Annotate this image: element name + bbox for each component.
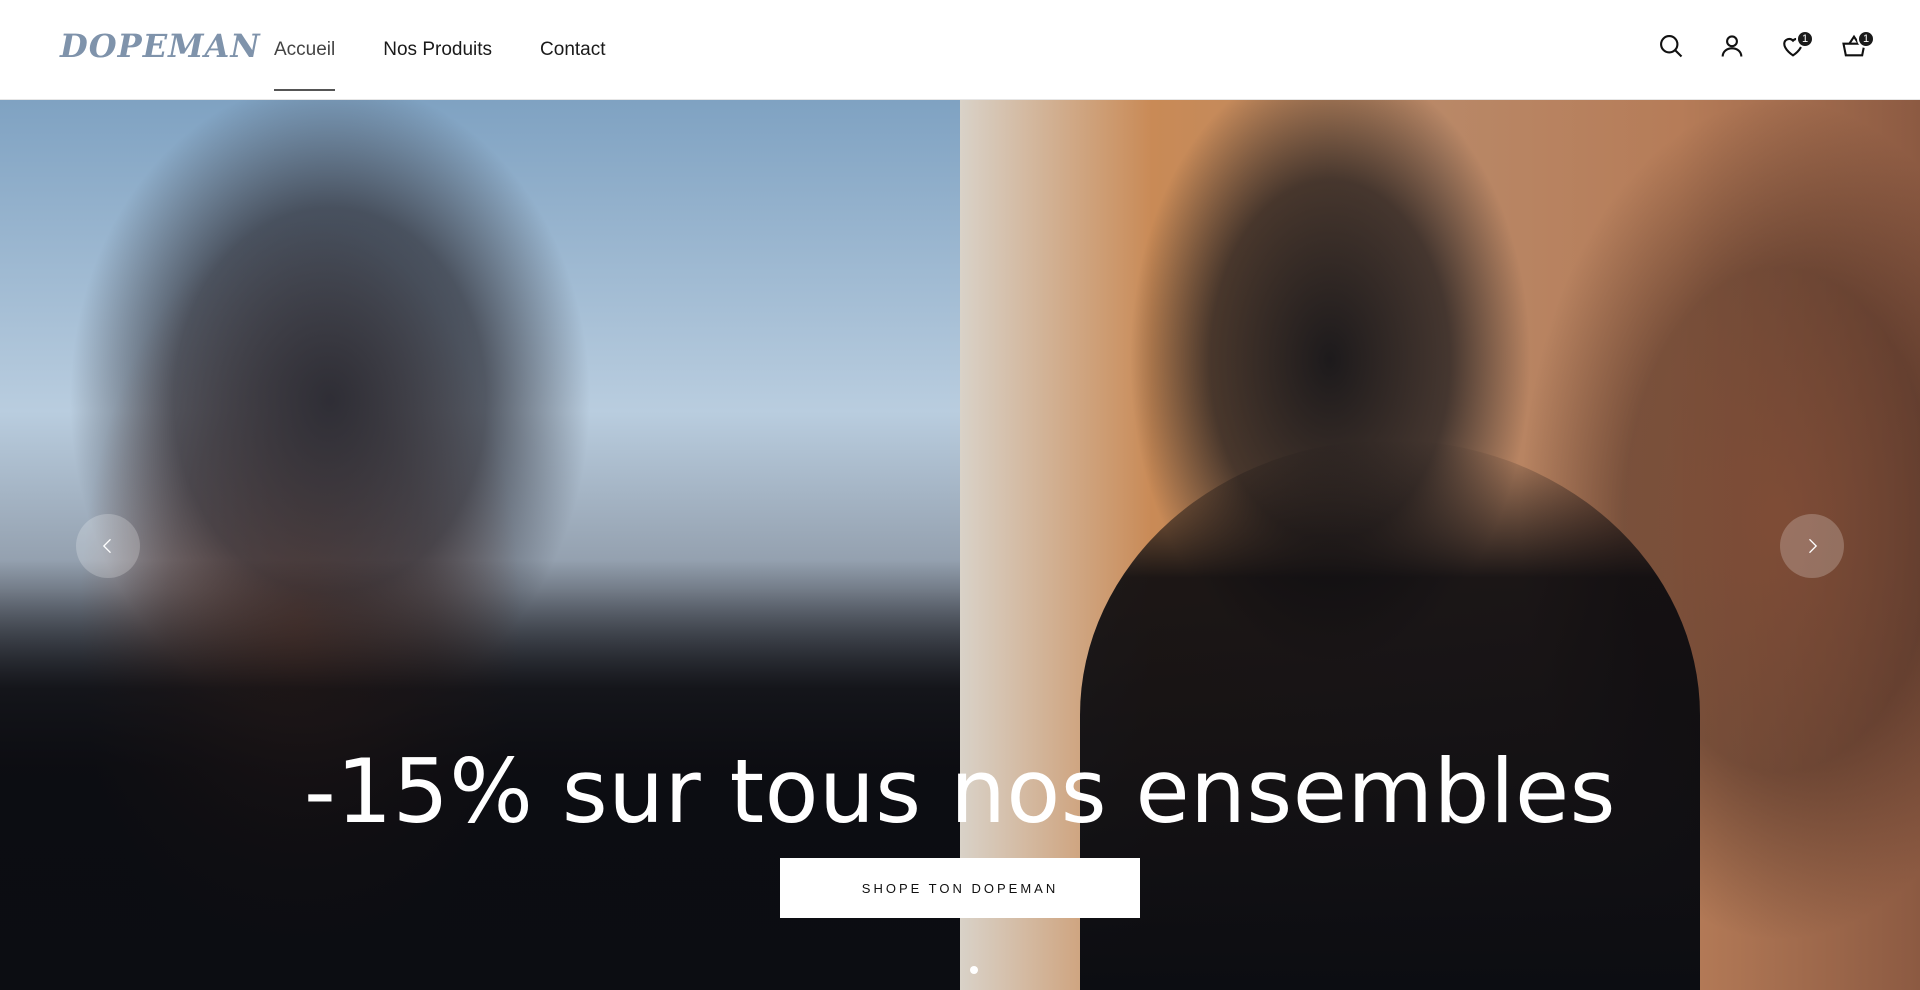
slider-dot[interactable] xyxy=(970,966,978,974)
user-icon xyxy=(1721,35,1742,57)
hero-image-right xyxy=(960,100,1920,990)
hero-headline: -15% sur tous nos ensembles xyxy=(304,740,1616,843)
search-button[interactable] xyxy=(1640,26,1701,66)
hero-cta-button[interactable]: SHOPE TON DOPEMAN xyxy=(780,858,1140,918)
nav-item-contact[interactable]: Contact xyxy=(540,0,605,100)
hero-slider: -15% sur tous nos ensembles SHOPE TON DO… xyxy=(0,100,1920,990)
search-icon xyxy=(1659,35,1682,58)
header-icons: 1 1 xyxy=(1640,26,1884,66)
slider-pagination xyxy=(970,966,978,974)
site-header: DOPEMAN Accueil Nos Produits Contact 1 1 xyxy=(0,0,1920,100)
nav-item-accueil[interactable]: Accueil xyxy=(274,0,336,100)
hero-image-left xyxy=(0,100,960,990)
wishlist-button[interactable]: 1 xyxy=(1762,26,1823,66)
main-nav: Accueil Nos Produits Contact xyxy=(274,0,654,100)
cart-count-badge: 1 xyxy=(1857,30,1875,48)
brand-logo[interactable]: DOPEMAN xyxy=(60,26,261,66)
chevron-right-icon xyxy=(1809,538,1818,554)
nav-item-nos-produits[interactable]: Nos Produits xyxy=(383,0,492,100)
chevron-left-icon xyxy=(102,538,111,554)
wishlist-count-badge: 1 xyxy=(1796,30,1814,48)
slider-next-button[interactable] xyxy=(1780,514,1844,578)
slider-prev-button[interactable] xyxy=(76,514,140,578)
account-button[interactable] xyxy=(1701,26,1762,66)
cart-button[interactable]: 1 xyxy=(1823,26,1884,66)
